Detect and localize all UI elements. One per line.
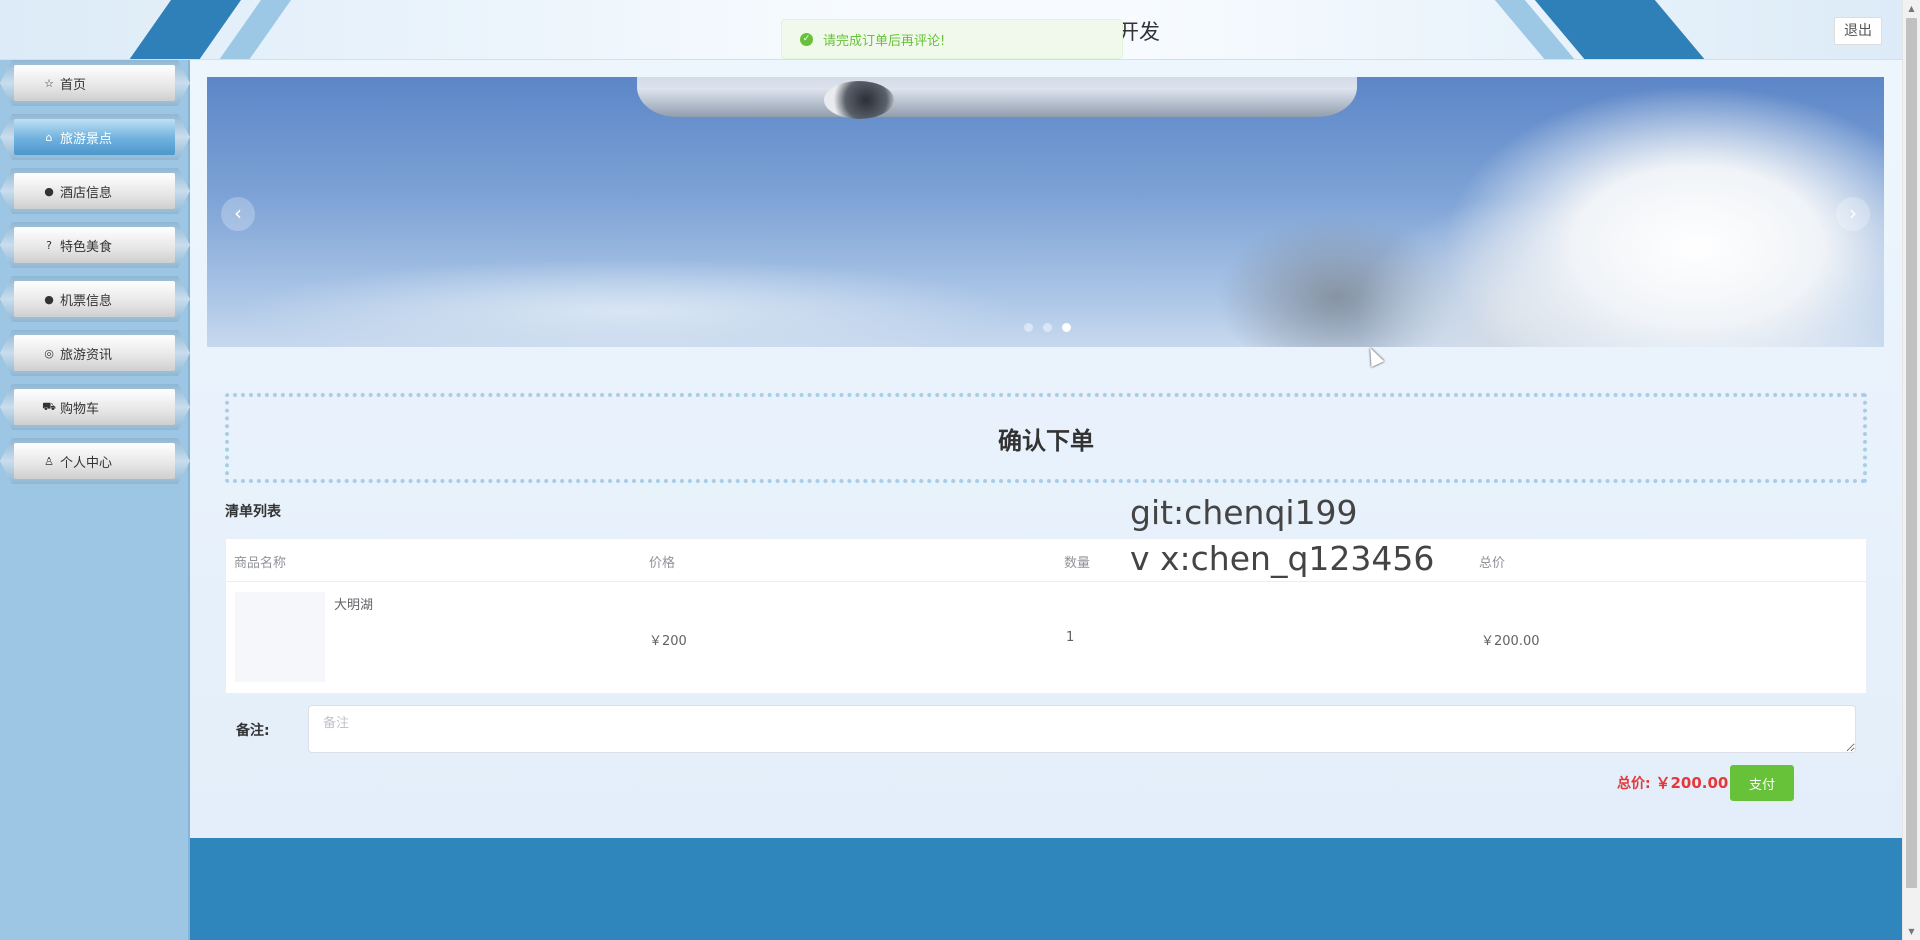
bag-icon: ⌂ <box>45 130 53 144</box>
table-row: 大明湖 ￥200 1 ￥200.00 <box>226 582 1866 694</box>
column-header-name: 商品名称 <box>234 556 287 571</box>
column-header-total: 总价 <box>1479 556 1506 571</box>
page-footer <box>190 838 1902 940</box>
banner-carousel: ‹ › <box>207 77 1884 347</box>
order-total: 总价: ￥200.00 <box>1617 772 1728 793</box>
nav-button[interactable]: ● 酒店信息 <box>14 173 175 209</box>
cart-icon: ⛟ <box>42 399 56 413</box>
banner-engine-image <box>824 81 894 119</box>
site-title: 开发 <box>1118 20 1160 44</box>
sidebar-item-label: 购物车 <box>60 401 100 417</box>
product-thumbnail <box>235 592 325 682</box>
nav-button[interactable]: ⛟ 购物车 <box>14 389 175 425</box>
total-label: 总价: <box>1617 776 1651 792</box>
column-header-price: 价格 <box>649 556 676 571</box>
nav-button[interactable]: ? 特色美食 <box>14 227 175 263</box>
info-icon: ● <box>44 184 54 198</box>
total-amount: ￥200.00 <box>1655 774 1729 792</box>
remark-label: 备注: <box>236 723 270 739</box>
product-quantity: 1 <box>1066 630 1075 645</box>
success-toast: ✓ 请完成订单后再评论! <box>781 19 1123 59</box>
order-table: 商品名称 价格 数量 总价 大明湖 ￥200 1 ￥200.00 <box>225 538 1867 694</box>
list-title: 清单列表 <box>225 504 281 520</box>
sidebar: ☆ 首页 ⌂ 旅游景点 ● 酒店信息 ? 特色美食 ● 机票信息 ◎ 旅游资讯 … <box>0 60 190 940</box>
remark-input[interactable] <box>308 705 1856 753</box>
nav-button[interactable]: ● 机票信息 <box>14 281 175 317</box>
toast-message: 请完成订单后再评论! <box>823 33 946 49</box>
carousel-dot[interactable] <box>1043 323 1052 332</box>
nav-button[interactable]: ♙ 个人中心 <box>14 443 175 479</box>
sidebar-item-food[interactable]: ? 特色美食 <box>0 222 190 268</box>
sidebar-item-label: 旅游资讯 <box>60 347 113 363</box>
sidebar-item-label: 个人中心 <box>60 455 113 471</box>
sidebar-item-attractions[interactable]: ⌂ 旅游景点 <box>0 114 190 160</box>
product-name: 大明湖 <box>334 598 374 613</box>
table-header: 商品名称 价格 数量 总价 <box>226 539 1866 582</box>
sidebar-item-label: 旅游景点 <box>60 131 113 147</box>
user-icon: ♙ <box>44 454 54 468</box>
page-title: 确认下单 <box>998 426 1094 455</box>
sidebar-item-flights[interactable]: ● 机票信息 <box>0 276 190 322</box>
watermark-line: git:chenqi199 <box>1130 493 1358 532</box>
watermark-text: git:chenqi199 v x:chen_q123456 <box>1130 490 1434 582</box>
carousel-dot-active[interactable] <box>1062 323 1071 332</box>
check-circle-icon: ✓ <box>800 32 813 46</box>
scroll-down-arrow-icon[interactable]: ▼ <box>1903 923 1920 940</box>
scrollbar-thumb[interactable] <box>1906 18 1917 888</box>
nav-button[interactable]: ◎ 旅游资讯 <box>14 335 175 371</box>
nav-button[interactable]: ☆ 首页 <box>14 65 175 101</box>
scroll-up-arrow-icon[interactable]: ▲ <box>1903 0 1920 17</box>
sidebar-item-label: 机票信息 <box>60 293 113 309</box>
product-total: ￥200.00 <box>1481 634 1540 649</box>
watermark-line: v x:chen_q123456 <box>1130 539 1435 578</box>
sidebar-item-label: 酒店信息 <box>60 185 113 201</box>
question-icon: ? <box>46 238 52 252</box>
sidebar-item-home[interactable]: ☆ 首页 <box>0 60 190 106</box>
sidebar-item-hotels[interactable]: ● 酒店信息 <box>0 168 190 214</box>
star-icon: ☆ <box>44 76 54 90</box>
main-content: ‹ › 确认下单 清单列表 商品名称 价格 数量 总价 大明湖 ￥200 1 ￥… <box>190 60 1902 838</box>
globe-icon: ◎ <box>44 346 54 360</box>
confirm-order-box: 确认下单 <box>225 393 1867 483</box>
pay-button[interactable]: 支付 <box>1730 765 1794 801</box>
carousel-dot[interactable] <box>1024 323 1033 332</box>
carousel-indicators <box>1024 323 1071 332</box>
nav-button[interactable]: ⌂ 旅游景点 <box>14 119 175 155</box>
product-price: ￥200 <box>649 634 687 649</box>
sidebar-item-cart[interactable]: ⛟ 购物车 <box>0 384 190 430</box>
info-icon: ● <box>44 292 54 306</box>
carousel-prev-button[interactable]: ‹ <box>221 197 255 231</box>
sidebar-item-profile[interactable]: ♙ 个人中心 <box>0 438 190 484</box>
sidebar-item-label: 特色美食 <box>60 239 113 255</box>
carousel-next-button[interactable]: › <box>1836 197 1870 231</box>
vertical-scrollbar[interactable]: ▲ ▼ <box>1902 0 1920 940</box>
sidebar-item-news[interactable]: ◎ 旅游资讯 <box>0 330 190 376</box>
banner-airplane-image <box>637 77 1357 117</box>
column-header-quantity: 数量 <box>1064 556 1091 571</box>
logout-button[interactable]: 退出 <box>1834 17 1882 45</box>
sidebar-item-label: 首页 <box>60 77 87 93</box>
